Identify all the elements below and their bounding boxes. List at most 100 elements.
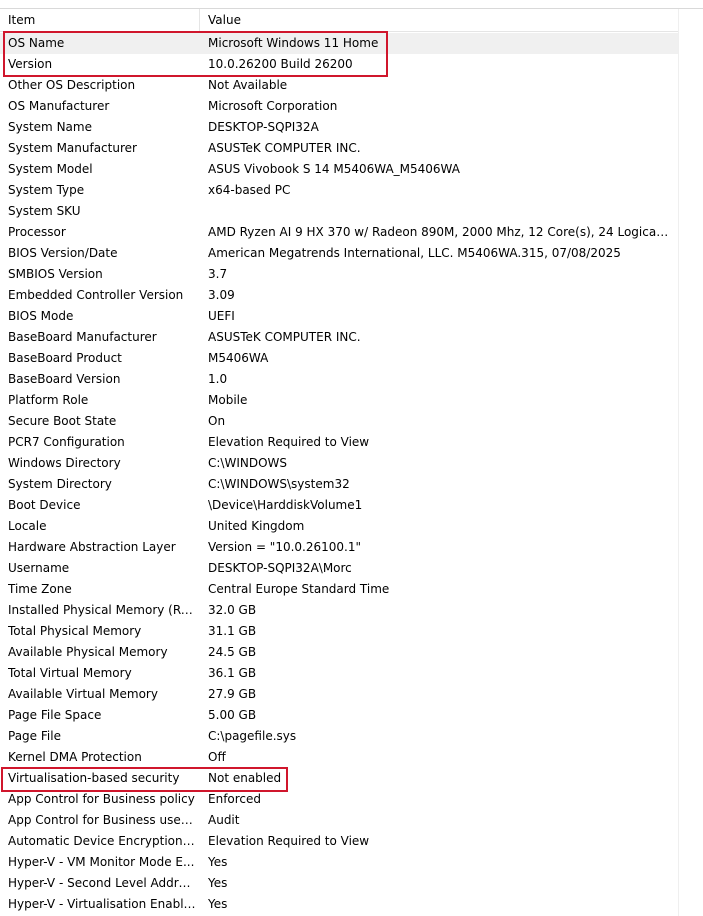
table-row[interactable]: Locale United Kingdom <box>0 516 678 537</box>
row-value: Audit <box>208 813 240 827</box>
row-value: Microsoft Windows 11 Home <box>208 36 379 50</box>
table-row[interactable]: App Control for Business policy Enforced <box>0 789 678 810</box>
table-row[interactable]: Secure Boot State On <box>0 411 678 432</box>
table-row[interactable]: BIOS Mode UEFI <box>0 306 678 327</box>
row-item: Boot Device <box>8 498 81 512</box>
row-item: Hyper-V - Virtualisation Enable... <box>8 897 196 911</box>
table-row[interactable]: Hyper-V - Second Level Addres... Yes <box>0 873 678 894</box>
row-item: Version <box>8 57 53 71</box>
row-value: Elevation Required to View <box>208 435 370 449</box>
row-value: Yes <box>208 876 228 890</box>
row-value: Enforced <box>208 792 262 806</box>
row-item: Available Virtual Memory <box>8 687 158 701</box>
row-item: BIOS Mode <box>8 309 74 323</box>
list-header: Item Value <box>0 9 678 32</box>
table-row[interactable]: SMBIOS Version 3.7 <box>0 264 678 285</box>
table-row[interactable]: Page File C:\pagefile.sys <box>0 726 678 747</box>
row-item: BaseBoard Version <box>8 372 121 386</box>
vertical-scrollbar[interactable] <box>678 9 703 916</box>
row-item: Hyper-V - VM Monitor Mode E... <box>8 855 195 869</box>
table-row[interactable]: Windows Directory C:\WINDOWS <box>0 453 678 474</box>
system-summary-list: Item Value OS Name Microsoft Windows 11 H… <box>0 0 703 916</box>
row-value: DESKTOP-SQPI32A\Morc <box>208 561 352 575</box>
table-row[interactable]: System Directory C:\WINDOWS\system32 <box>0 474 678 495</box>
row-item: System Type <box>8 183 85 197</box>
row-value: UEFI <box>208 309 235 323</box>
row-item: BIOS Version/Date <box>8 246 118 260</box>
table-row[interactable]: Version 10.0.26200 Build 26200 <box>0 54 678 75</box>
table-row[interactable]: Available Physical Memory 24.5 GB <box>0 642 678 663</box>
row-value: ASUSTeK COMPUTER INC. <box>208 141 361 155</box>
table-row[interactable]: Virtualisation-based security Not enabled <box>0 768 678 789</box>
row-item: System Name <box>8 120 92 134</box>
row-item: Page File Space <box>8 708 102 722</box>
table-row[interactable]: Other OS Description Not Available <box>0 75 678 96</box>
table-row[interactable]: Total Virtual Memory 36.1 GB <box>0 663 678 684</box>
table-row[interactable]: Automatic Device Encryption Su... Elevati… <box>0 831 678 852</box>
row-item: OS Name <box>8 36 65 50</box>
table-row[interactable]: OS Name Microsoft Windows 11 Home <box>0 33 678 54</box>
row-item: Hardware Abstraction Layer <box>8 540 176 554</box>
table-row[interactable]: Kernel DMA Protection Off <box>0 747 678 768</box>
table-row[interactable]: Time Zone Central Europe Standard Time <box>0 579 678 600</box>
row-item: Windows Directory <box>8 456 121 470</box>
table-row[interactable]: System Manufacturer ASUSTeK COMPUTER INC. <box>0 138 678 159</box>
table-row[interactable]: Processor AMD Ryzen AI 9 HX 370 w/ Radeon… <box>0 222 678 243</box>
table-row[interactable]: Username DESKTOP-SQPI32A\Morc <box>0 558 678 579</box>
row-value: Elevation Required to View <box>208 834 370 848</box>
table-row[interactable]: System SKU <box>0 201 678 222</box>
row-value: AMD Ryzen AI 9 HX 370 w/ Radeon 890M, 20… <box>208 225 670 239</box>
row-item: Processor <box>8 225 66 239</box>
row-value: C:\pagefile.sys <box>208 729 297 743</box>
table-row[interactable]: BIOS Version/Date American Megatrends Int… <box>0 243 678 264</box>
table-row[interactable]: BaseBoard Manufacturer ASUSTeK COMPUTER I… <box>0 327 678 348</box>
table-row[interactable]: BaseBoard Product M5406WA <box>0 348 678 369</box>
column-header-value[interactable]: Value <box>200 9 678 31</box>
row-value: 3.7 <box>208 267 228 281</box>
table-row[interactable]: System Type x64-based PC <box>0 180 678 201</box>
table-row[interactable]: Platform Role Mobile <box>0 390 678 411</box>
table-row[interactable]: OS Manufacturer Microsoft Corporation <box>0 96 678 117</box>
row-value: Mobile <box>208 393 248 407</box>
table-row[interactable]: Installed Physical Memory (RAM) 32.0 GB <box>0 600 678 621</box>
row-item: Locale <box>8 519 47 533</box>
row-item: Automatic Device Encryption Su... <box>8 834 196 848</box>
table-row[interactable]: PCR7 Configuration Elevation Required to … <box>0 432 678 453</box>
table-row[interactable]: Page File Space 5.00 GB <box>0 705 678 726</box>
row-value: Central Europe Standard Time <box>208 582 390 596</box>
row-item: Hyper-V - Second Level Addres... <box>8 876 196 890</box>
table-row[interactable]: Boot Device \Device\HarddiskVolume1 <box>0 495 678 516</box>
table-row[interactable]: App Control for Business user ... Audit <box>0 810 678 831</box>
row-item: Other OS Description <box>8 78 136 92</box>
table-row[interactable]: Hyper-V - Virtualisation Enable... Yes <box>0 894 678 915</box>
row-item: Total Physical Memory <box>8 624 142 638</box>
row-value: x64-based PC <box>208 183 291 197</box>
row-item: Total Virtual Memory <box>8 666 132 680</box>
row-value: C:\WINDOWS\system32 <box>208 477 350 491</box>
row-item: Virtualisation-based security <box>8 771 180 785</box>
table-row[interactable]: BaseBoard Version 1.0 <box>0 369 678 390</box>
table-row[interactable]: Available Virtual Memory 27.9 GB <box>0 684 678 705</box>
row-value: 24.5 GB <box>208 645 257 659</box>
column-header-item[interactable]: Item <box>0 9 200 31</box>
row-value <box>208 201 670 222</box>
row-value: 31.1 GB <box>208 624 257 638</box>
table-row[interactable]: Hyper-V - VM Monitor Mode E... Yes <box>0 852 678 873</box>
row-value: ASUS Vivobook S 14 M5406WA_M5406WA <box>208 162 460 176</box>
row-item: BaseBoard Manufacturer <box>8 330 157 344</box>
row-value: Off <box>208 750 226 764</box>
row-value: 5.00 GB <box>208 708 257 722</box>
table-row[interactable]: Total Physical Memory 31.1 GB <box>0 621 678 642</box>
table-row[interactable]: Hardware Abstraction Layer Version = "10.… <box>0 537 678 558</box>
row-item: Page File <box>8 729 61 743</box>
row-value: \Device\HarddiskVolume1 <box>208 498 363 512</box>
table-row[interactable]: System Name DESKTOP-SQPI32A <box>0 117 678 138</box>
row-item: OS Manufacturer <box>8 99 110 113</box>
row-value: C:\WINDOWS <box>208 456 288 470</box>
table-row[interactable]: System Model ASUS Vivobook S 14 M5406WA_M… <box>0 159 678 180</box>
row-item: SMBIOS Version <box>8 267 103 281</box>
table-row[interactable]: Embedded Controller Version 3.09 <box>0 285 678 306</box>
row-value: 1.0 <box>208 372 228 386</box>
row-value: Version = "10.0.26100.1" <box>208 540 362 554</box>
row-value: American Megatrends International, LLC. … <box>208 246 621 260</box>
